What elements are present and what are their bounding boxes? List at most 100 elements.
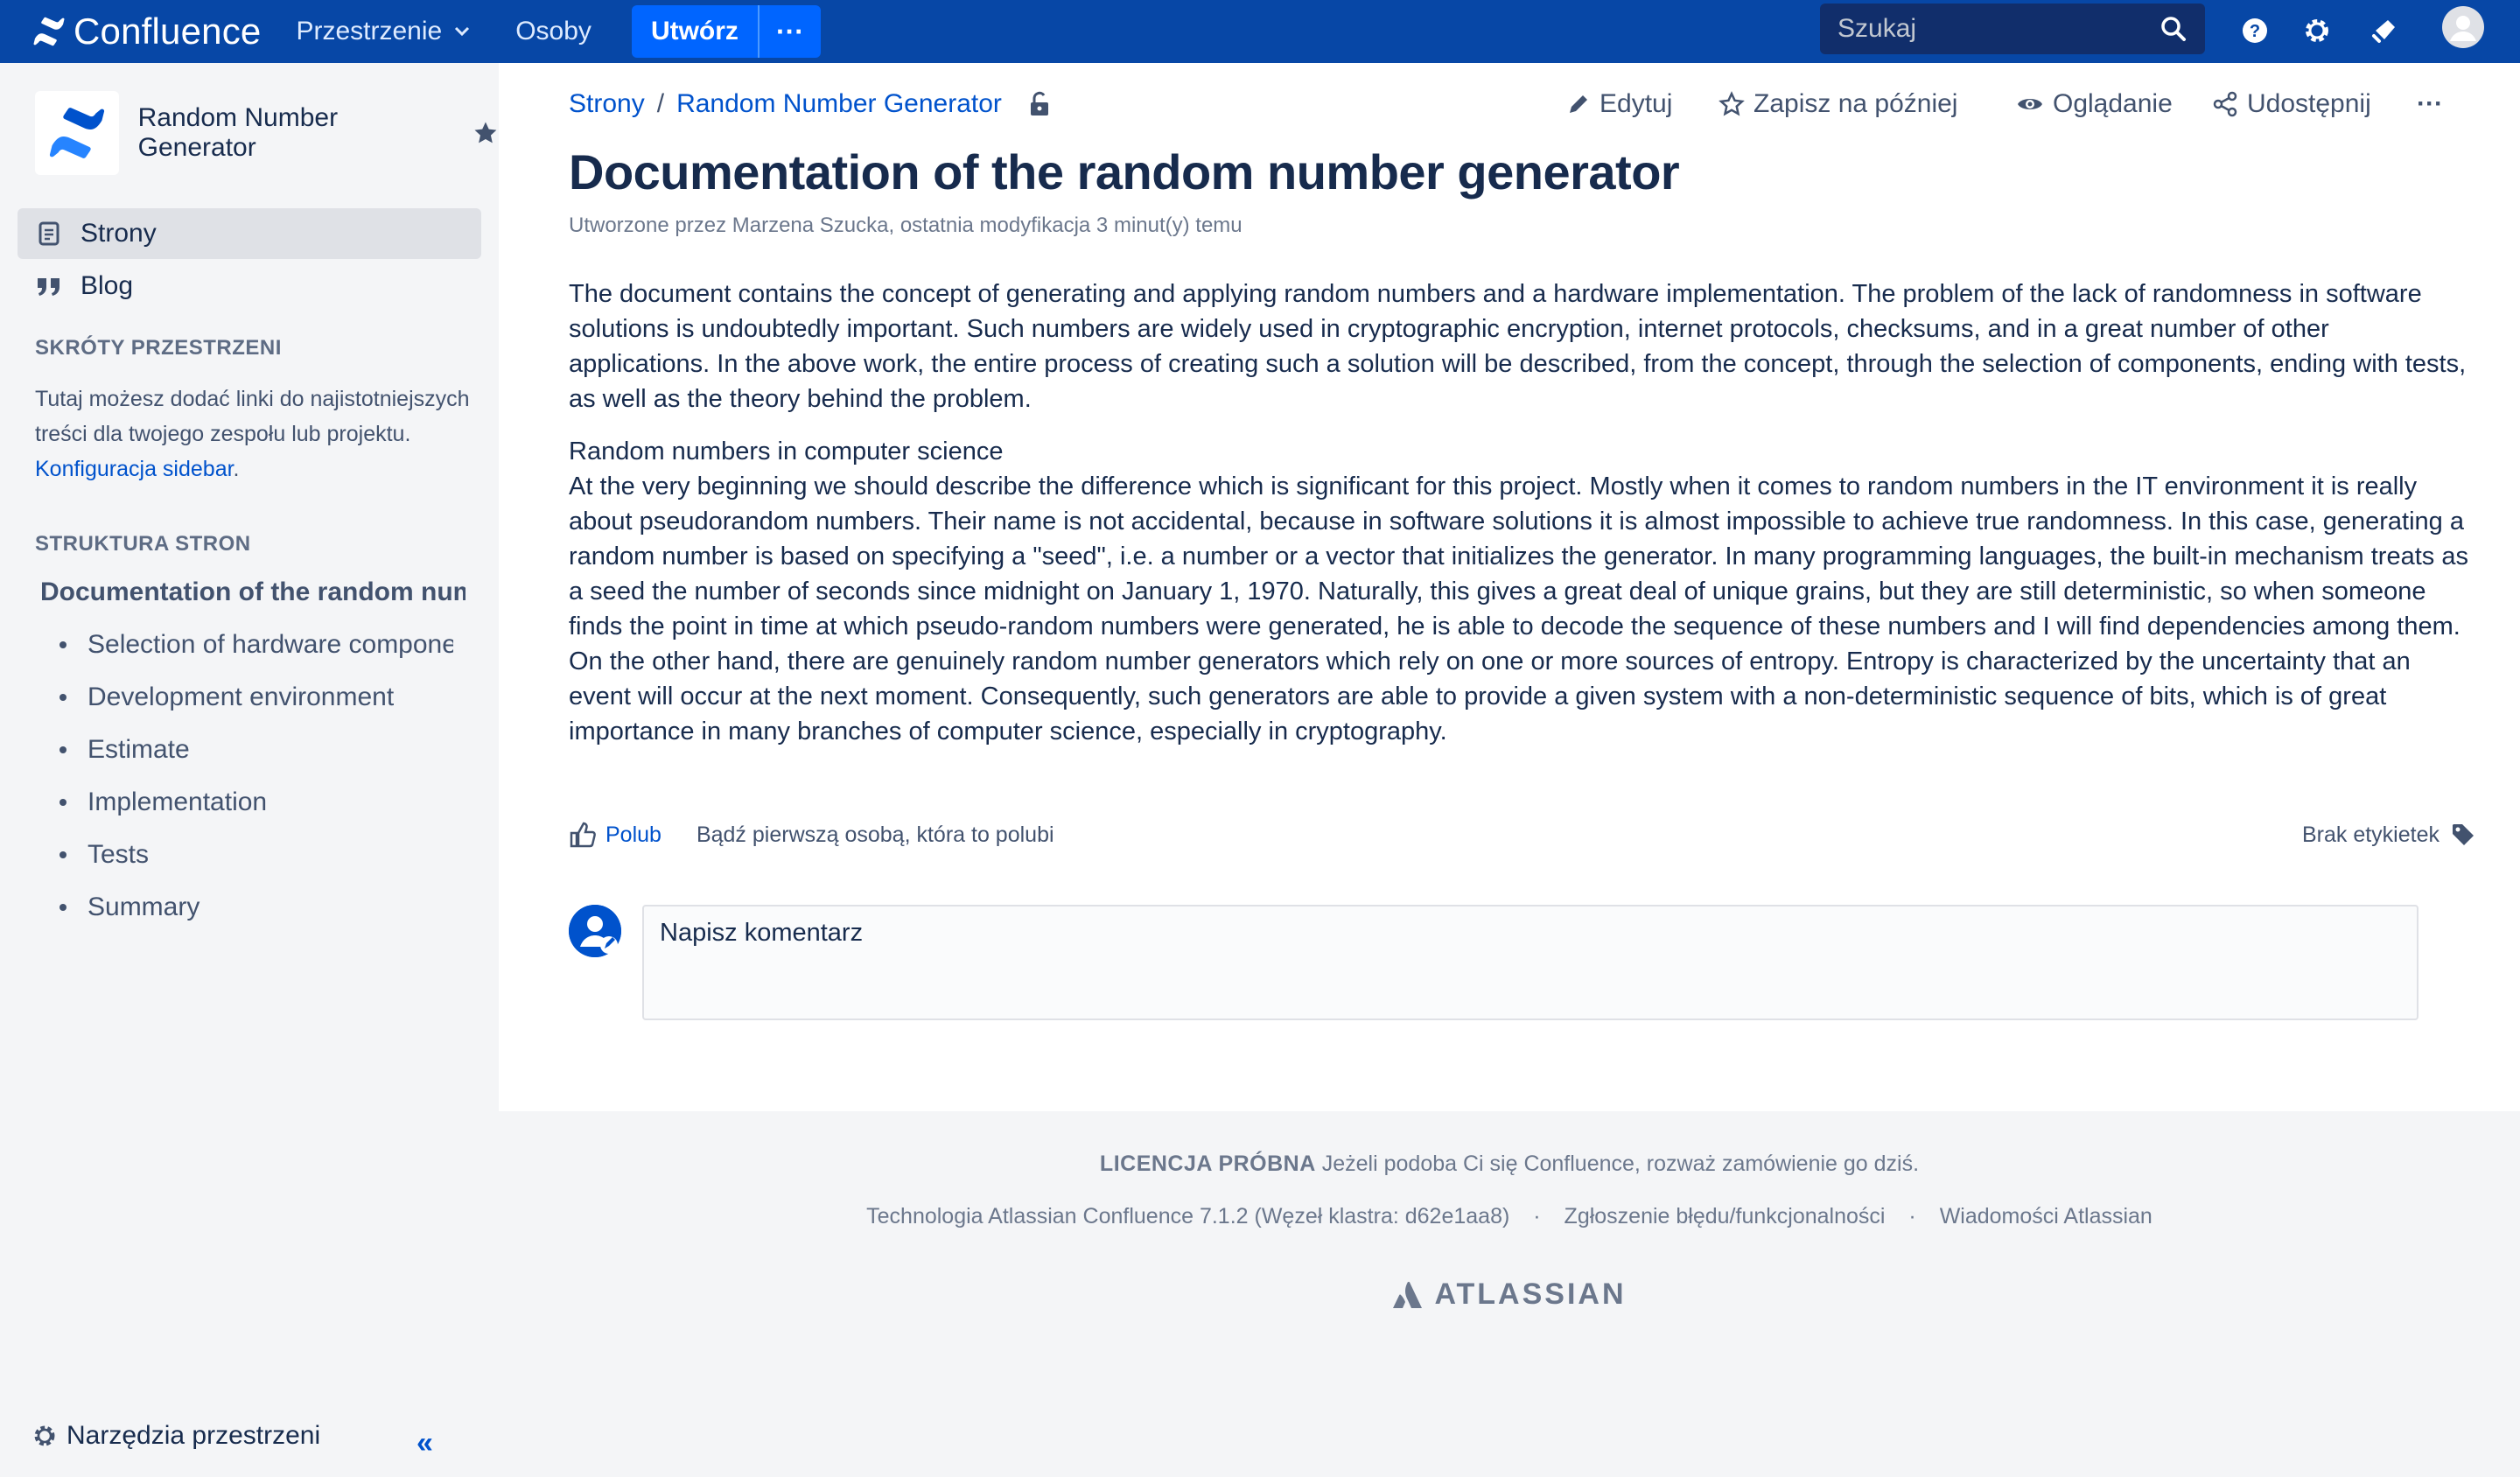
people-link[interactable]: Osoby — [515, 17, 592, 46]
create-button-label: Utwórz — [650, 17, 738, 46]
bullet-icon — [60, 799, 66, 806]
top-navigation-bar: Confluence Przestrzenie Osoby Utwórz ···… — [0, 0, 2520, 63]
like-button[interactable]: Polub — [569, 821, 662, 849]
bullet-icon — [60, 746, 66, 753]
sidebar-item-blog[interactable]: Blog — [18, 261, 481, 312]
comment-section: Napisz komentarz — [569, 905, 2476, 1020]
report-bug-link[interactable]: Zgłoszenie błędu/funkcjonalności — [1564, 1204, 1886, 1228]
bullet-icon — [60, 641, 66, 648]
sidebar-item-label: Strony — [80, 219, 157, 248]
settings-gear-icon[interactable] — [2300, 14, 2334, 47]
page-body: The document contains the concept of gen… — [569, 276, 2476, 766]
search-input[interactable]: Szukaj — [1820, 4, 2205, 54]
sidebar-item-pages[interactable]: Strony — [18, 208, 481, 259]
bullet-icon — [60, 904, 66, 911]
page-tree-heading: STRUKTURA STRON — [35, 532, 251, 556]
tech-link[interactable]: Technologia Atlassian Confluence 7.1.2 (… — [866, 1204, 1509, 1228]
page-actions: Edytuj Zapisz na później Oglądanie Udost… — [499, 89, 2520, 124]
create-button[interactable]: Utwórz — [631, 5, 758, 58]
footer-separator: · — [1533, 1204, 1541, 1228]
collapse-sidebar-icon[interactable]: « — [416, 1426, 433, 1460]
shortcuts-suffix: . — [233, 457, 240, 481]
svg-text:?: ? — [2250, 22, 2260, 41]
paragraph: At the very beginning we should describe… — [569, 472, 2468, 640]
page-tree-item[interactable]: Tests — [60, 840, 453, 870]
like-button-label: Polub — [606, 822, 662, 847]
bullet-icon — [60, 694, 66, 701]
page-tree-item[interactable]: Summary — [60, 892, 453, 922]
eye-icon — [2016, 94, 2044, 115]
watch-button[interactable]: Oglądanie — [2016, 89, 2173, 119]
star-icon[interactable] — [472, 120, 499, 146]
license-notice: LICENCJA PRÓBNA Jeżeli podoba Ci się Con… — [499, 1152, 2520, 1177]
edit-button[interactable]: Edytuj — [1566, 89, 1672, 119]
footer-links: Technologia Atlassian Confluence 7.1.2 (… — [499, 1204, 2520, 1229]
gear-icon — [34, 1425, 55, 1446]
more-icon: ··· — [2417, 89, 2443, 118]
page-tree-item[interactable]: Selection of hardware components — [60, 630, 453, 660]
license-text: Jeżeli podoba Ci się Confluence, rozważ … — [1321, 1152, 1920, 1176]
comment-input[interactable]: Napisz komentarz — [642, 905, 2418, 1020]
page-tree-item-label: Selection of hardware components — [88, 630, 453, 659]
share-icon — [2212, 91, 2238, 117]
page-tree-item-label: Tests — [88, 840, 150, 869]
page-tree-item[interactable]: Implementation — [60, 788, 453, 817]
paragraph: The document contains the concept of gen… — [569, 280, 2467, 413]
space-tools-button[interactable]: Narzędzia przestrzeni — [32, 1421, 320, 1451]
current-user-avatar — [569, 905, 621, 957]
labels-area[interactable]: Brak etykietek — [2302, 822, 2476, 848]
page-tree-item-label: Summary — [88, 892, 200, 921]
license-label: LICENCJA PRÓBNA — [1099, 1152, 1316, 1176]
save-for-later-button[interactable]: Zapisz na później — [1718, 89, 1957, 119]
page-tree-item[interactable]: Development environment — [60, 682, 453, 712]
page-title: Documentation of the random number gener… — [569, 144, 1680, 200]
user-avatar[interactable] — [2441, 5, 2485, 49]
thumbs-up-icon — [570, 822, 596, 848]
confluence-logo[interactable]: Confluence — [33, 10, 261, 52]
create-more-button[interactable]: ··· — [757, 5, 821, 58]
confluence-logo-icon — [33, 17, 65, 46]
chevron-down-icon — [455, 26, 470, 37]
shortcuts-text: Tutaj możesz dodać linki do najistotniej… — [35, 387, 470, 446]
notifications-megaphone-icon[interactable] — [2368, 14, 2401, 47]
user-avatar-icon — [2442, 6, 2484, 48]
help-icon[interactable]: ? — [2238, 14, 2272, 47]
confluence-space-logo-icon — [49, 108, 104, 158]
search-icon — [2161, 17, 2186, 41]
space-logo[interactable] — [35, 91, 119, 175]
people-link-label: Osoby — [515, 17, 592, 46]
app-name: Confluence — [74, 10, 262, 52]
atlassian-news-link[interactable]: Wiadomości Atlassian — [1940, 1204, 2152, 1228]
watch-button-label: Oglądanie — [2053, 89, 2173, 118]
paragraph: On the other hand, there are genuinely r… — [569, 648, 2411, 746]
comment-placeholder: Napisz komentarz — [660, 919, 864, 947]
tag-icon — [2453, 824, 2474, 845]
page-tree-item-label: Estimate — [88, 735, 190, 764]
labels-text: Brak etykietek — [2301, 822, 2440, 847]
pages-icon — [35, 221, 63, 246]
like-row: Polub Bądź pierwszą osobą, która to polu… — [569, 821, 2476, 849]
page-tree-root[interactable]: Documentation of the random number gener… — [28, 578, 466, 607]
quote-icon — [35, 275, 63, 298]
spaces-menu[interactable]: Przestrzenie — [296, 17, 470, 46]
sidebar-item-label: Blog — [80, 271, 134, 300]
configure-sidebar-link[interactable]: Konfiguracja sidebar — [35, 457, 234, 481]
atlassian-logo-icon — [1393, 1281, 1423, 1308]
space-sidebar: Random Number Generator Strony Blog SKRÓ… — [0, 63, 499, 1477]
save-for-later-label: Zapisz na później — [1754, 89, 1958, 118]
space-header: Random Number Generator — [35, 91, 499, 175]
share-button-label: Udostępnij — [2247, 89, 2371, 118]
page-byline: Utworzone przez Marzena Szucka, ostatnia… — [569, 214, 1242, 237]
more-icon: ··· — [775, 15, 804, 47]
atlassian-brand: ATLASSIAN — [1434, 1278, 1627, 1311]
user-avatar-icon — [569, 905, 621, 957]
spaces-menu-label: Przestrzenie — [296, 17, 443, 46]
share-button[interactable]: Udostępnij — [2212, 89, 2371, 119]
atlassian-logo[interactable]: ATLASSIAN — [499, 1278, 2520, 1312]
page-tree-item[interactable]: Estimate — [60, 735, 453, 765]
shortcuts-heading: SKRÓTY PRZESTRZENI — [35, 336, 282, 360]
edit-button-label: Edytuj — [1600, 89, 1673, 118]
more-actions-button[interactable]: ··· — [2417, 89, 2443, 119]
section-heading: Random numbers in computer science — [569, 438, 1004, 466]
space-name[interactable]: Random Number Generator — [138, 103, 462, 163]
